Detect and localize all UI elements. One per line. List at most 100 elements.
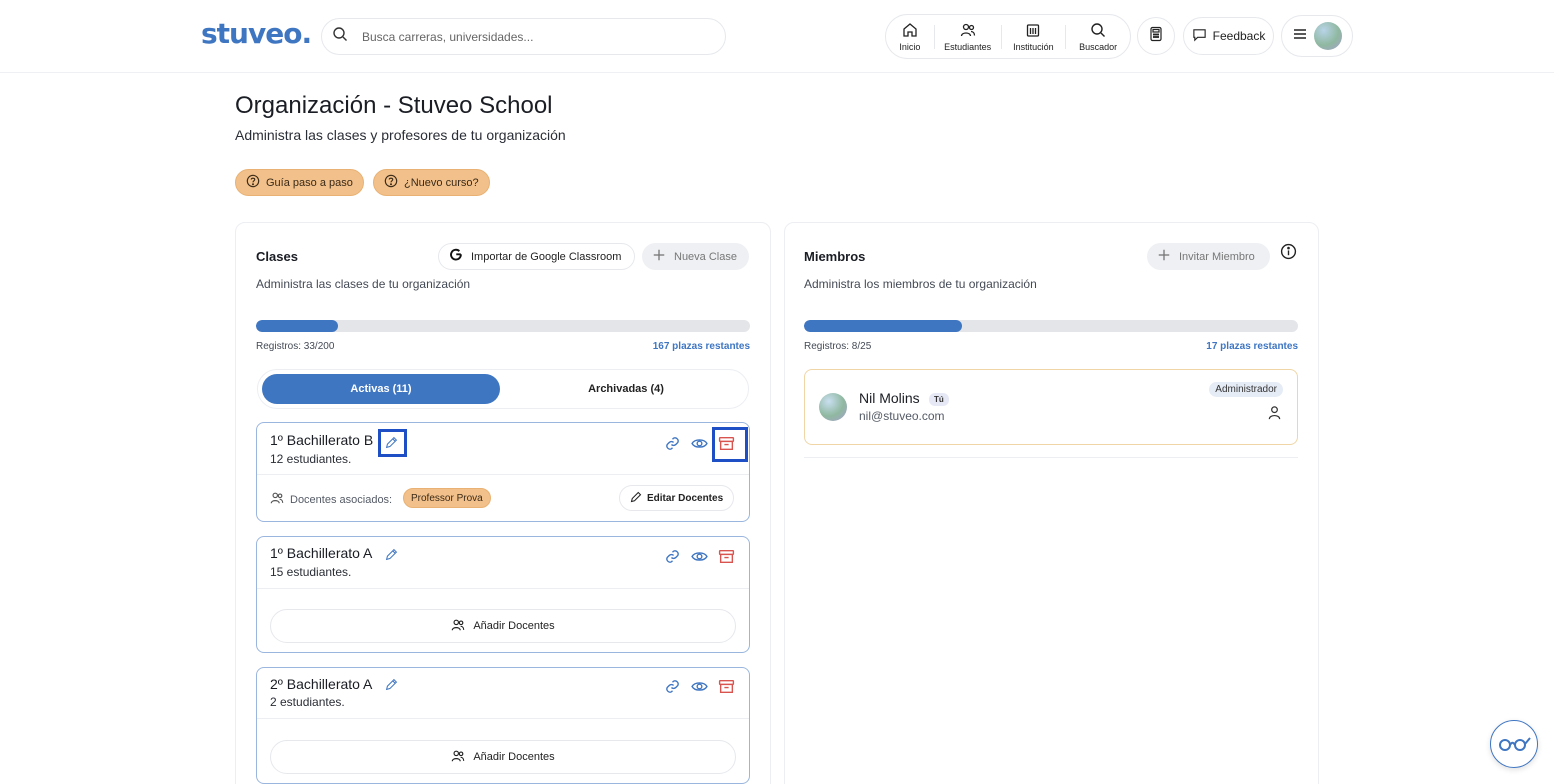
class-item: 1º Bachillerato B 12 estudiantes. Docent… (256, 422, 750, 522)
member-role-button[interactable] (1265, 406, 1283, 424)
calculator-icon (1148, 26, 1164, 47)
user-icon (1267, 405, 1282, 425)
tab-archivadas[interactable]: Archivadas (4) (506, 374, 746, 404)
eye-icon (690, 678, 708, 700)
tab-activas[interactable]: Activas (11) (262, 374, 500, 404)
users-icon (451, 618, 465, 635)
info-icon (1280, 243, 1297, 265)
info-button[interactable] (1278, 243, 1298, 265)
feedback-label: Feedback (1212, 29, 1266, 43)
archive-class-button[interactable] (715, 678, 737, 700)
members-progress-fill (804, 320, 963, 332)
member-email: nil@stuveo.com (859, 409, 945, 423)
user-menu-button[interactable] (1281, 15, 1353, 57)
page-subtitle: Administra las clases y profesores de tu… (235, 127, 566, 143)
stuveo-logo[interactable]: stuveo. (201, 17, 312, 50)
edit-docentes-button[interactable]: Editar Docentes (619, 485, 735, 511)
hamburger-icon (1292, 26, 1308, 47)
guide-button[interactable]: Guía paso a paso (235, 169, 364, 196)
edit-class-name-button[interactable] (379, 545, 403, 569)
avatar (1314, 22, 1342, 50)
feedback-button[interactable]: Feedback (1183, 17, 1274, 55)
copy-link-button[interactable] (661, 548, 683, 570)
view-class-button[interactable] (688, 678, 710, 700)
divider (257, 588, 749, 589)
nav-estudiantes[interactable]: Estudiantes (935, 15, 1001, 58)
archive-icon (718, 548, 735, 570)
eye-icon (690, 435, 708, 457)
import-label: Importar de Google Classroom (471, 250, 622, 263)
class-name: 1º Bachillerato B (270, 432, 374, 448)
archive-icon (718, 678, 735, 700)
highlight-box (378, 429, 407, 457)
copy-link-button[interactable] (661, 678, 683, 700)
link-icon (664, 548, 681, 570)
avatar (819, 393, 847, 421)
search-icon (332, 26, 348, 47)
link-icon (664, 678, 681, 700)
member-name: Nil Molins (859, 390, 920, 406)
nav-institucion-label: Institución (1013, 41, 1054, 52)
class-students: 12 estudiantes. (270, 452, 352, 466)
help-circle-icon (246, 174, 260, 191)
users-icon (451, 749, 465, 766)
class-item: 2º Bachillerato A 2 estudiantes. Añadir … (256, 667, 750, 784)
building-icon (1025, 22, 1041, 42)
guide-label: Guía paso a paso (266, 176, 353, 189)
docentes-label-text: Docentes asociados: (290, 493, 393, 506)
you-badge: Tú (929, 393, 949, 406)
classes-registros: Registros: 33/200 (256, 341, 335, 352)
google-icon (449, 248, 463, 265)
members-remaining: 17 plazas restantes (1206, 341, 1298, 352)
search-input[interactable] (362, 29, 702, 44)
add-docentes-button[interactable]: Añadir Docentes (270, 609, 736, 643)
help-circle-icon (384, 174, 398, 191)
nav-inicio[interactable]: Inicio (886, 15, 934, 58)
users-icon (270, 491, 284, 508)
pencil-icon (385, 548, 398, 566)
role-badge: Administrador (1209, 382, 1283, 397)
add-docentes-button[interactable]: Añadir Docentes (270, 740, 736, 774)
invite-member-button[interactable]: Invitar Miembro (1147, 243, 1270, 270)
import-google-classroom-button[interactable]: Importar de Google Classroom (438, 243, 635, 270)
copy-link-button[interactable] (661, 435, 683, 457)
nav-buscador[interactable]: Buscador (1066, 15, 1130, 58)
member-item: Nil Molins Tú nil@stuveo.com Administrad… (804, 369, 1298, 445)
top-header: stuveo. Inicio Estudiantes Institución B… (0, 0, 1554, 73)
search-bar[interactable] (321, 18, 726, 55)
plus-icon (1157, 248, 1171, 265)
add-docentes-label: Añadir Docentes (473, 620, 555, 632)
classes-description: Administra las clases de tu organización (256, 277, 471, 291)
divider (257, 474, 749, 475)
class-item: 1º Bachillerato A 15 estudiantes. Añadir… (256, 536, 750, 653)
classes-tabs: Activas (11) Archivadas (4) (257, 369, 749, 409)
search-icon (1090, 22, 1106, 42)
assistant-button[interactable] (1490, 720, 1538, 768)
edit-class-name-button[interactable] (379, 675, 403, 699)
classes-title: Clases (256, 249, 298, 264)
classes-progress-fill (256, 320, 338, 332)
new-class-button[interactable]: Nueva Clase (642, 243, 749, 270)
calculator-button[interactable] (1137, 17, 1175, 55)
nav-institucion[interactable]: Institución (1002, 15, 1066, 58)
members-title: Miembros (804, 249, 866, 264)
eye-icon (690, 548, 708, 570)
main-nav: Inicio Estudiantes Institución Buscador (885, 14, 1131, 59)
archive-class-button[interactable] (715, 548, 737, 570)
class-students: 2 estudiantes. (270, 695, 345, 709)
view-class-button[interactable] (688, 548, 710, 570)
nav-buscador-label: Buscador (1079, 41, 1118, 52)
docentes-label: Docentes asociados: (270, 491, 392, 508)
members-card (784, 222, 1319, 784)
users-icon (960, 22, 976, 42)
class-name: 2º Bachillerato A (270, 676, 373, 692)
pencil-icon (385, 678, 398, 696)
new-course-button[interactable]: ¿Nuevo curso? (373, 169, 490, 196)
link-icon (664, 435, 681, 457)
divider (257, 718, 749, 719)
view-class-button[interactable] (688, 435, 710, 457)
classes-progress-bar (256, 320, 750, 332)
teacher-tag: Professor Prova (403, 488, 491, 508)
invite-member-label: Invitar Miembro (1179, 250, 1255, 263)
plus-icon (652, 248, 666, 265)
